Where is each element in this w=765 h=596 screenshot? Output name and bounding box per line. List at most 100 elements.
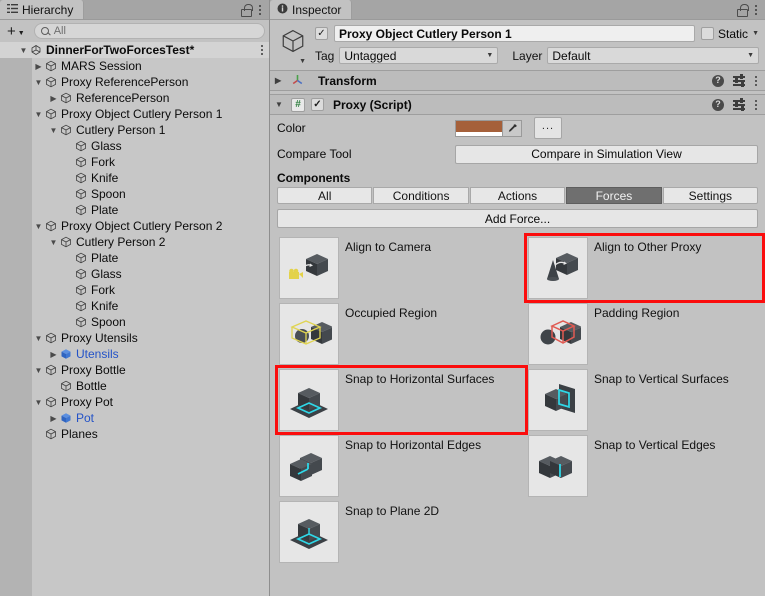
proxy-script-enabled-checkbox[interactable]: ✓	[311, 98, 324, 111]
align-to-camera-icon[interactable]	[279, 237, 339, 299]
hierarchy-row[interactable]: Knife	[0, 298, 269, 314]
snap-horizontal-edges-icon[interactable]	[279, 435, 339, 497]
hierarchy-tree[interactable]: ▼DinnerForTwoForcesTest*▶MARS Session▼Pr…	[0, 42, 269, 596]
static-toggle[interactable]: ✓ Static ▼	[701, 27, 759, 41]
component-header-proxy-script[interactable]: ▼ # ✓ Proxy (Script) ?	[270, 94, 765, 115]
preset-settings-icon[interactable]	[733, 75, 745, 86]
kebab-menu-icon[interactable]	[754, 100, 758, 110]
hierarchy-row[interactable]: ▶Pot	[0, 410, 269, 426]
hierarchy-row[interactable]: Glass	[0, 266, 269, 282]
kebab-menu-icon[interactable]	[258, 5, 262, 15]
hierarchy-row[interactable]: Knife	[0, 170, 269, 186]
force-item[interactable]: Snap to Vertical Surfaces	[526, 367, 763, 433]
chevron-down-icon[interactable]: ▼	[48, 238, 59, 247]
chevron-down-icon[interactable]: ▼	[33, 78, 44, 87]
hierarchy-row[interactable]: ▼Proxy Utensils	[0, 330, 269, 346]
hierarchy-row[interactable]: ▶Utensils	[0, 346, 269, 362]
hierarchy-row[interactable]: Fork	[0, 282, 269, 298]
chevron-down-icon[interactable]: ▼	[48, 126, 59, 135]
chevron-down-icon[interactable]: ▼	[33, 110, 44, 119]
chevron-down-icon[interactable]: ▼	[275, 100, 285, 109]
preset-settings-icon[interactable]	[733, 99, 745, 110]
tab-all[interactable]: All	[277, 187, 372, 204]
color-field[interactable]	[455, 120, 522, 137]
compare-in-simulation-view-button[interactable]: Compare in Simulation View	[455, 145, 758, 164]
static-checkbox[interactable]: ✓	[701, 27, 714, 40]
hierarchy-row[interactable]: Glass	[0, 138, 269, 154]
hierarchy-row[interactable]: ▼Proxy Bottle	[0, 362, 269, 378]
hierarchy-row[interactable]: Spoon	[0, 314, 269, 330]
hierarchy-row[interactable]: ▼Proxy Object Cutlery Person 2	[0, 218, 269, 234]
snap-vertical-edges-icon[interactable]	[528, 435, 588, 497]
gameobject-icon	[74, 316, 88, 328]
hierarchy-row[interactable]: Planes	[0, 426, 269, 442]
kebab-menu-icon[interactable]	[754, 5, 758, 15]
tab-settings[interactable]: Settings	[663, 187, 758, 204]
forces-grid[interactable]: Align to CameraAlign to Other ProxyOccup…	[270, 235, 765, 565]
force-item[interactable]: Align to Camera	[277, 235, 526, 301]
hierarchy-row[interactable]: ▼DinnerForTwoForcesTest*	[0, 42, 269, 58]
chevron-right-icon[interactable]: ▶	[33, 62, 44, 71]
hierarchy-row[interactable]: ▶ReferencePerson	[0, 90, 269, 106]
hierarchy-search-input[interactable]: All	[34, 23, 265, 39]
tab-conditions[interactable]: Conditions	[373, 187, 468, 204]
hierarchy-row[interactable]: Spoon	[0, 186, 269, 202]
snap-plane-2d-icon[interactable]	[279, 501, 339, 563]
chevron-down-icon[interactable]: ▼	[33, 366, 44, 375]
gameobject-icon[interactable]: ▼	[276, 25, 310, 64]
align-to-other-proxy-icon[interactable]	[528, 237, 588, 299]
lock-icon[interactable]	[736, 4, 747, 16]
layer-dropdown[interactable]: Default ▼	[547, 47, 759, 64]
lock-icon[interactable]	[240, 4, 251, 16]
force-item[interactable]: Snap to Horizontal Surfaces	[277, 367, 526, 433]
force-item[interactable]: Snap to Horizontal Edges	[277, 433, 526, 499]
hierarchy-row[interactable]: ▼Cutlery Person 2	[0, 234, 269, 250]
snap-vertical-surfaces-icon[interactable]	[528, 369, 588, 431]
hierarchy-row[interactable]: ▼Proxy Object Cutlery Person 1	[0, 106, 269, 122]
chevron-down-icon[interactable]: ▼	[33, 398, 44, 407]
chevron-right-icon[interactable]: ▶	[48, 414, 59, 423]
kebab-menu-icon[interactable]	[262, 45, 269, 55]
color-swatch[interactable]	[455, 120, 503, 137]
chevron-right-icon[interactable]: ▶	[48, 94, 59, 103]
hierarchy-row[interactable]: ▶MARS Session	[0, 58, 269, 74]
force-item[interactable]: Snap to Plane 2D	[277, 499, 526, 565]
help-icon[interactable]: ?	[712, 99, 724, 111]
component-header-transform[interactable]: ▶ Transform ?	[270, 70, 765, 91]
eyedropper-icon[interactable]	[503, 120, 522, 137]
chevron-right-icon[interactable]: ▶	[275, 76, 285, 85]
force-item[interactable]: Padding Region	[526, 301, 763, 367]
tab-actions[interactable]: Actions	[470, 187, 565, 204]
snap-horizontal-surfaces-icon[interactable]	[279, 369, 339, 431]
chevron-down-icon[interactable]: ▼	[18, 46, 29, 55]
hierarchy-row[interactable]: Fork	[0, 154, 269, 170]
hierarchy-row[interactable]: Bottle	[0, 378, 269, 394]
color-options-button[interactable]: ...	[534, 117, 562, 139]
gameobject-name-input[interactable]: Proxy Object Cutlery Person 1	[334, 25, 695, 42]
tag-dropdown[interactable]: Untagged ▼	[339, 47, 498, 64]
gameobject-enabled-checkbox[interactable]: ✓	[315, 27, 328, 40]
padding-region-icon[interactable]	[528, 303, 588, 365]
tab-inspector[interactable]: Inspector	[270, 0, 352, 19]
component-category-tabs[interactable]: AllConditionsActionsForcesSettings	[270, 187, 765, 204]
hierarchy-row[interactable]: ▼Proxy Pot	[0, 394, 269, 410]
add-force-button[interactable]: Add Force...	[277, 209, 758, 228]
chevron-down-icon[interactable]: ▼	[752, 30, 759, 37]
force-item[interactable]: Snap to Vertical Edges	[526, 433, 763, 499]
hierarchy-row[interactable]: ▼Cutlery Person 1	[0, 122, 269, 138]
hierarchy-row[interactable]: Plate	[0, 202, 269, 218]
add-gameobject-button[interactable]: + ▼	[5, 24, 27, 39]
hierarchy-row-label: Glass	[88, 267, 122, 281]
hierarchy-row[interactable]: Plate	[0, 250, 269, 266]
force-item[interactable]: Occupied Region	[277, 301, 526, 367]
tab-forces[interactable]: Forces	[566, 187, 661, 204]
force-item[interactable]: Align to Other Proxy	[526, 235, 763, 301]
help-icon[interactable]: ?	[712, 75, 724, 87]
kebab-menu-icon[interactable]	[754, 76, 758, 86]
chevron-down-icon[interactable]: ▼	[33, 334, 44, 343]
occupied-region-icon[interactable]	[279, 303, 339, 365]
chevron-right-icon[interactable]: ▶	[48, 350, 59, 359]
chevron-down-icon[interactable]: ▼	[33, 222, 44, 231]
tab-hierarchy[interactable]: Hierarchy	[0, 0, 84, 19]
hierarchy-row[interactable]: ▼Proxy ReferencePerson	[0, 74, 269, 90]
